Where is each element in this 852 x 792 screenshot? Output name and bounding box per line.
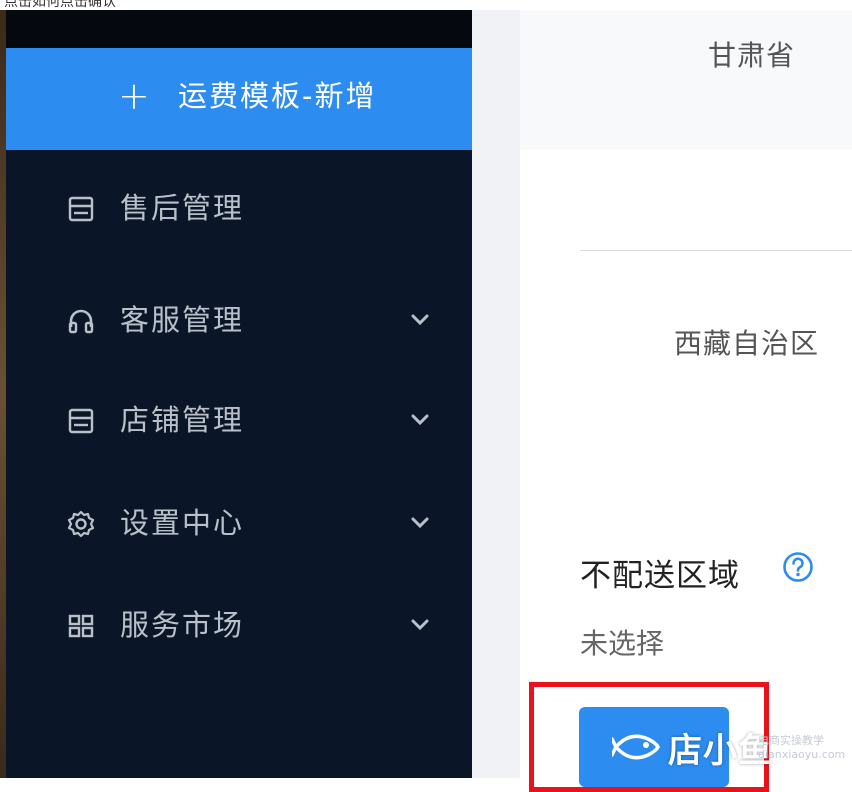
sidebar-item-customer-service[interactable]: 客服管理 [6, 290, 472, 350]
document-icon [66, 194, 96, 224]
sidebar-item-service-market[interactable]: 服务市场 [6, 595, 472, 655]
sidebar-item-label: 设置中心 [120, 506, 245, 540]
chevron-down-icon[interactable] [408, 615, 432, 635]
sidebar-item-after-sales[interactable]: 售后管理 [6, 178, 472, 238]
sidebar: + 运费模板-新增 售后管理 客服管理 店铺管理 设置中心 服务市场 [6, 10, 472, 778]
sidebar-item-label: 客服管理 [120, 303, 245, 337]
content-gutter [472, 10, 520, 778]
watermark-logo: 店小鱼 [612, 724, 773, 771]
document-icon [66, 406, 96, 436]
sidebar-item-label: 服务市场 [120, 608, 245, 642]
sidebar-item-store[interactable]: 店铺管理 [6, 390, 472, 450]
region-province-tibet: 西藏自治区 [674, 327, 820, 360]
region-province-gansu: 甘肃省 [708, 39, 796, 72]
watermark-subtext-line1: 电商实操教学 [758, 734, 824, 747]
watermark-subtext-line2: dianxiaoyu.com [758, 748, 846, 761]
no-delivery-area-value: 未选择 [580, 627, 665, 660]
top-caption-text: 点击如何点击确认 [4, 0, 116, 10]
gear-icon [66, 509, 96, 539]
sidebar-item-label: 店铺管理 [120, 403, 245, 437]
grid-icon [66, 611, 96, 641]
headphones-icon [66, 306, 96, 336]
chevron-down-icon[interactable] [408, 310, 432, 330]
region-divider [580, 250, 852, 251]
no-delivery-area-title: 不配送区域 [580, 558, 740, 594]
sidebar-item-label: 售后管理 [120, 191, 245, 225]
help-icon[interactable] [782, 551, 814, 583]
region-row-header [520, 10, 852, 150]
top-caption-strip: 点击如何点击确认 [0, 0, 852, 10]
sidebar-item-shipping-template-new[interactable]: + 运费模板-新增 [6, 48, 472, 150]
watermark-subtext: 电商实操教学 dianxiaoyu.com [758, 734, 845, 762]
sidebar-header [6, 10, 472, 48]
chevron-down-icon[interactable] [408, 513, 432, 533]
plus-icon: + [118, 74, 150, 118]
shipping-region-panel: 甘肃省 西藏自治区 不配送区域 未选择 [520, 10, 852, 778]
sidebar-item-settings[interactable]: 设置中心 [6, 493, 472, 553]
fish-logo-icon [612, 734, 660, 760]
sidebar-item-label: 运费模板-新增 [178, 79, 377, 113]
chevron-down-icon[interactable] [408, 410, 432, 430]
